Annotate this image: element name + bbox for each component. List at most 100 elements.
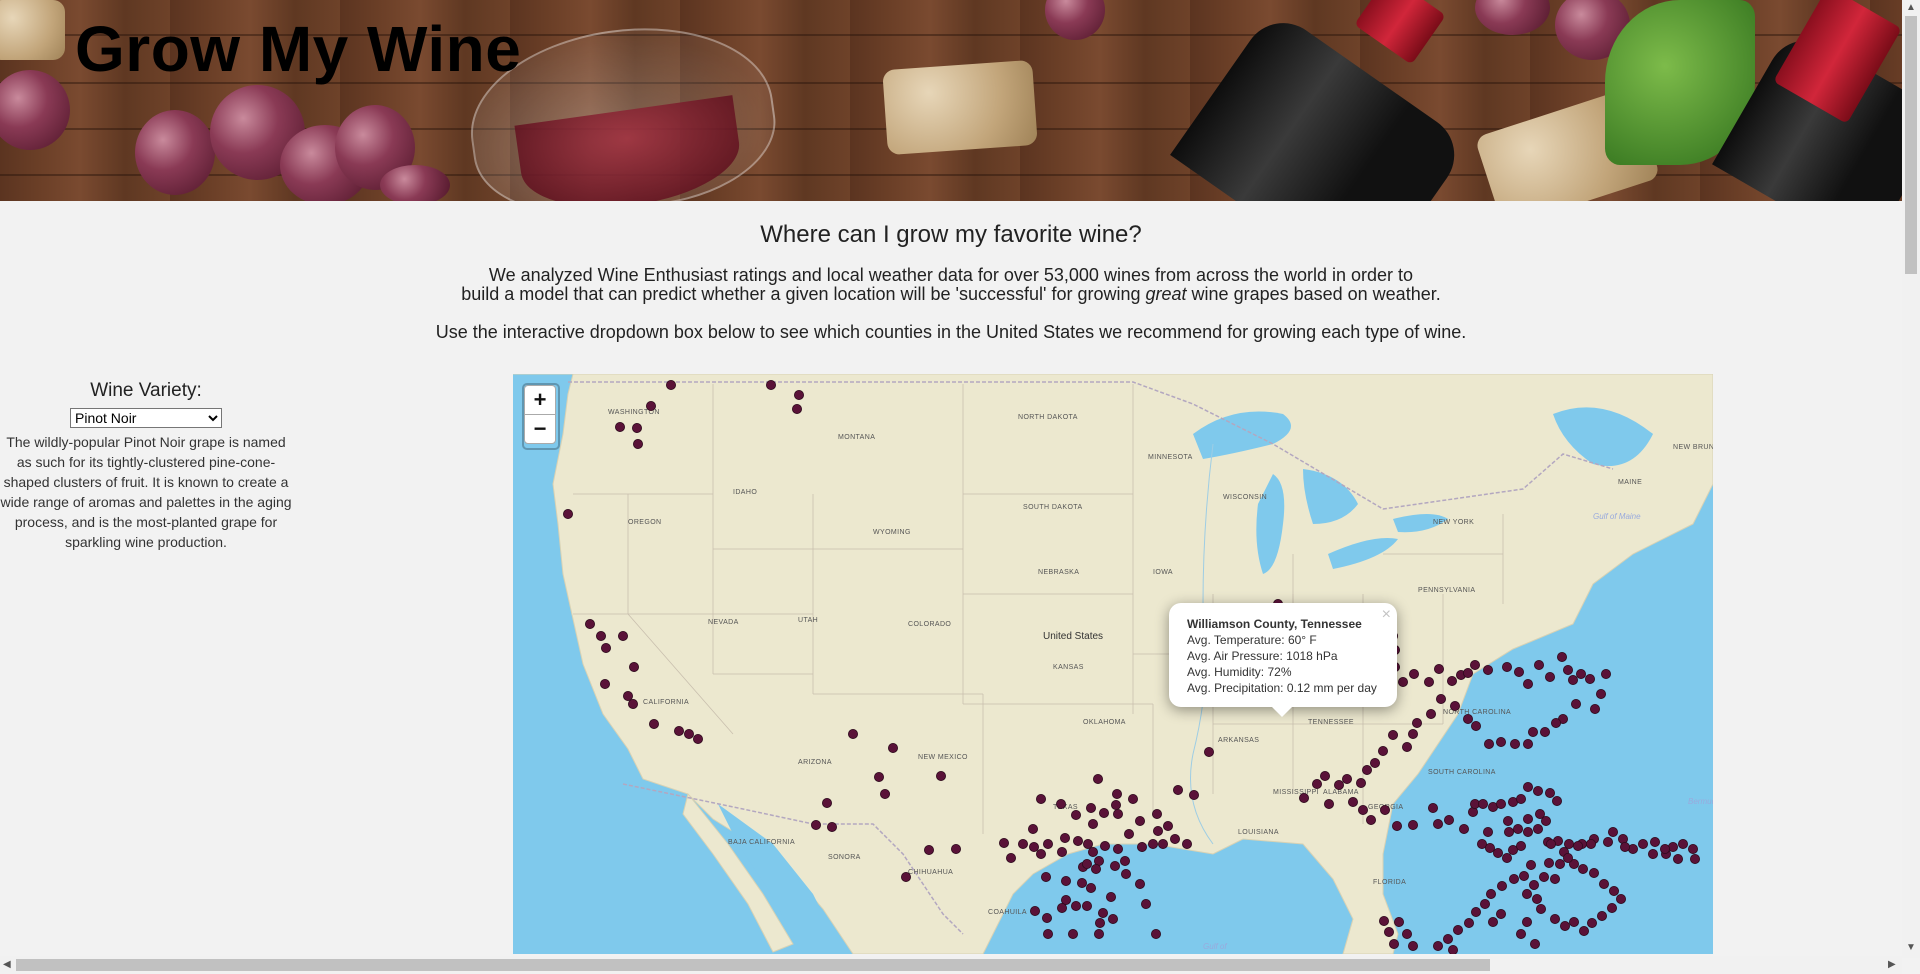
county-marker[interactable]	[821, 797, 832, 808]
county-marker[interactable]	[1348, 796, 1359, 807]
county-marker[interactable]	[1362, 764, 1373, 775]
county-marker[interactable]	[1522, 917, 1533, 928]
county-marker[interactable]	[1426, 708, 1437, 719]
county-marker[interactable]	[1152, 808, 1163, 819]
county-marker[interactable]	[1077, 877, 1088, 888]
county-marker[interactable]	[1483, 826, 1494, 837]
county-marker[interactable]	[1510, 738, 1521, 749]
county-marker[interactable]	[1091, 863, 1102, 874]
county-marker[interactable]	[1060, 832, 1071, 843]
county-marker[interactable]	[1056, 798, 1067, 809]
county-marker[interactable]	[1448, 945, 1458, 954]
county-marker[interactable]	[1095, 918, 1106, 929]
county-marker[interactable]	[615, 422, 626, 433]
county-marker[interactable]	[683, 728, 694, 739]
county-marker[interactable]	[826, 821, 837, 832]
county-marker[interactable]	[1042, 913, 1053, 924]
county-marker[interactable]	[1153, 825, 1164, 836]
county-marker[interactable]	[1450, 700, 1461, 711]
county-marker[interactable]	[1514, 666, 1525, 677]
county-marker[interactable]	[1488, 917, 1499, 928]
county-marker[interactable]	[618, 630, 629, 641]
county-marker[interactable]	[629, 661, 640, 672]
county-marker[interactable]	[1533, 785, 1544, 796]
county-marker[interactable]	[1173, 784, 1184, 795]
county-marker[interactable]	[1151, 929, 1162, 940]
county-marker[interactable]	[1560, 921, 1571, 932]
county-marker[interactable]	[1433, 818, 1444, 829]
county-marker[interactable]	[1516, 840, 1527, 851]
county-marker[interactable]	[1320, 770, 1331, 781]
county-marker[interactable]	[1483, 664, 1494, 675]
county-marker[interactable]	[1650, 836, 1661, 847]
county-marker[interactable]	[1409, 668, 1420, 679]
county-marker[interactable]	[1688, 843, 1699, 854]
county-marker[interactable]	[1470, 659, 1481, 670]
county-marker[interactable]	[1057, 846, 1068, 857]
county-marker[interactable]	[1068, 929, 1079, 940]
county-marker[interactable]	[1402, 929, 1413, 940]
county-marker[interactable]	[873, 771, 884, 782]
county-marker[interactable]	[1043, 929, 1054, 940]
county-marker[interactable]	[1356, 777, 1367, 788]
county-marker[interactable]	[673, 725, 684, 736]
county-marker[interactable]	[1071, 809, 1082, 820]
county-marker[interactable]	[1094, 929, 1105, 940]
county-marker[interactable]	[1571, 698, 1582, 709]
county-marker[interactable]	[1513, 823, 1524, 834]
county-marker[interactable]	[1533, 823, 1544, 834]
county-marker[interactable]	[1453, 925, 1464, 936]
county-marker[interactable]	[1545, 671, 1556, 682]
county-marker[interactable]	[1534, 659, 1545, 670]
county-marker[interactable]	[1402, 741, 1413, 752]
county-marker[interactable]	[1358, 804, 1369, 815]
county-marker[interactable]	[1557, 651, 1568, 662]
county-marker[interactable]	[1434, 663, 1445, 674]
county-marker[interactable]	[1100, 840, 1111, 851]
county-marker[interactable]	[1121, 868, 1132, 879]
county-marker[interactable]	[1170, 833, 1181, 844]
county-marker[interactable]	[1110, 860, 1121, 871]
county-marker[interactable]	[632, 423, 643, 434]
county-marker[interactable]	[1496, 798, 1507, 809]
county-marker[interactable]	[1568, 674, 1579, 685]
county-marker[interactable]	[1526, 859, 1537, 870]
county-marker[interactable]	[1609, 886, 1620, 897]
county-marker[interactable]	[1502, 661, 1513, 672]
county-marker[interactable]	[1608, 826, 1619, 837]
county-marker[interactable]	[1493, 847, 1504, 858]
county-marker[interactable]	[879, 788, 890, 799]
county-marker[interactable]	[1509, 873, 1520, 884]
county-marker[interactable]	[1189, 789, 1200, 800]
county-marker[interactable]	[1523, 813, 1534, 824]
county-marker[interactable]	[1082, 858, 1093, 869]
county-marker[interactable]	[1299, 792, 1310, 803]
county-marker[interactable]	[1108, 914, 1119, 925]
county-marker[interactable]	[1590, 703, 1601, 714]
county-marker[interactable]	[1436, 693, 1447, 704]
county-marker[interactable]	[1128, 793, 1139, 804]
county-marker[interactable]	[1388, 729, 1399, 740]
county-marker[interactable]	[1555, 858, 1566, 869]
county-marker[interactable]	[1678, 838, 1689, 849]
county-marker[interactable]	[1563, 664, 1574, 675]
county-marker[interactable]	[1312, 778, 1323, 789]
county-marker[interactable]	[1120, 855, 1131, 866]
county-marker[interactable]	[923, 844, 934, 855]
county-marker[interactable]	[1497, 880, 1508, 891]
county-marker[interactable]	[1471, 720, 1482, 731]
county-marker[interactable]	[1523, 738, 1534, 749]
county-marker[interactable]	[1447, 675, 1458, 686]
county-marker[interactable]	[585, 618, 596, 629]
county-marker[interactable]	[1607, 903, 1618, 914]
county-marker[interactable]	[1485, 842, 1496, 853]
county-marker[interactable]	[1408, 728, 1419, 739]
county-marker[interactable]	[1370, 757, 1381, 768]
county-marker[interactable]	[1113, 808, 1124, 819]
zoom-out-button[interactable]: −	[524, 414, 556, 444]
county-marker[interactable]	[1334, 779, 1345, 790]
county-marker[interactable]	[1486, 889, 1497, 900]
county-marker[interactable]	[1463, 667, 1474, 678]
county-marker[interactable]	[648, 718, 659, 729]
county-marker[interactable]	[1148, 838, 1159, 849]
